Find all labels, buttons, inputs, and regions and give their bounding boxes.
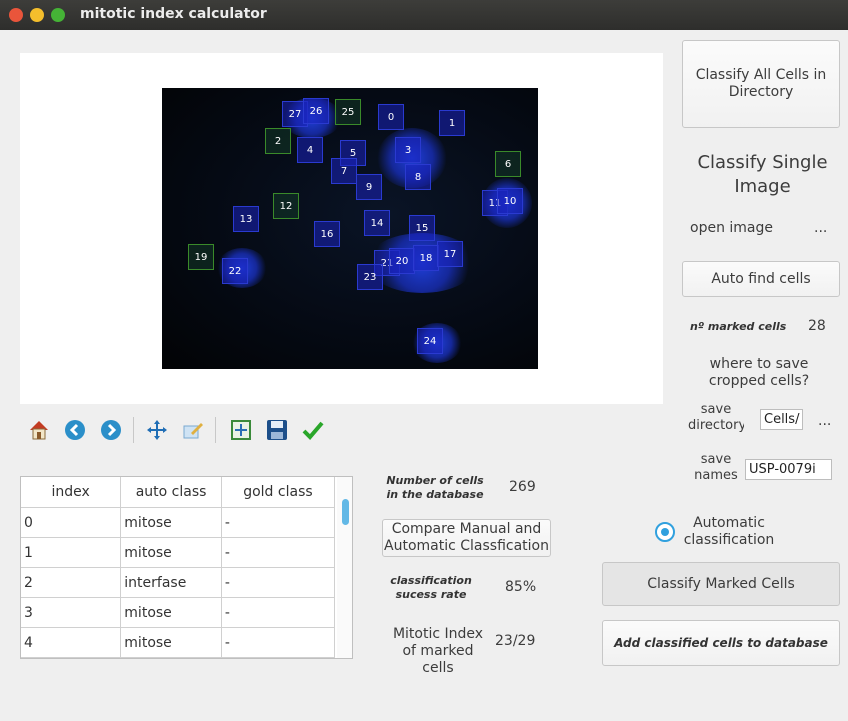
microscopy-image[interactable]: 27 26 25 0 1 2 4 5 3 6 7 9 8 11 10 13 12 16 14 15 19 22 21 20 18…: [162, 88, 538, 369]
add-to-database-button[interactable]: Add classified cells to database: [602, 620, 840, 666]
table-cell[interactable]: mitose: [120, 507, 222, 538]
table-header-row: index auto class gold class: [21, 477, 336, 508]
back-arrow-icon[interactable]: [62, 417, 88, 443]
cell-marker[interactable]: 15: [409, 215, 435, 241]
column-header[interactable]: auto class: [120, 477, 222, 508]
cell-marker[interactable]: 6: [495, 151, 521, 177]
table-cell[interactable]: [120, 657, 222, 658]
title-bar: mitotic index calculator: [0, 0, 848, 30]
table-row[interactable]: 2 interfase -: [21, 567, 336, 598]
cells-db-label: Number of cells in the database: [386, 474, 484, 501]
save-names-label: save names: [694, 452, 738, 482]
cell-marker[interactable]: 7: [331, 158, 357, 184]
cell-marker[interactable]: 14: [364, 210, 390, 236]
cell-marker[interactable]: 17: [437, 241, 463, 267]
cell-marker[interactable]: 24: [417, 328, 443, 354]
table-scrollbar[interactable]: [337, 477, 352, 658]
single-image-title: Classify Single Image: [697, 152, 828, 197]
cell-marker[interactable]: 16: [314, 221, 340, 247]
table-cell[interactable]: -: [221, 627, 336, 658]
table-cell[interactable]: 1: [21, 537, 122, 568]
compare-classification-button[interactable]: Compare Manual and Automatic Classficati…: [382, 519, 551, 557]
cell-marker[interactable]: 19: [188, 244, 214, 270]
table-cell[interactable]: 3: [21, 597, 122, 628]
cell-marker[interactable]: 18: [413, 245, 439, 271]
cell-marker[interactable]: 2: [265, 128, 291, 154]
table-row[interactable]: 4 mitose -: [21, 627, 336, 658]
minimize-window-button[interactable]: [30, 8, 44, 22]
table-row[interactable]: [21, 657, 336, 658]
cell-marker[interactable]: 20: [389, 248, 415, 274]
image-toolbar: [20, 413, 350, 449]
classify-all-button[interactable]: Classify All Cells in Directory: [682, 40, 840, 128]
save-directory-field[interactable]: Cells/: [760, 409, 803, 430]
table-cell[interactable]: 2: [21, 567, 122, 598]
marked-cells-label: nº marked cells: [690, 320, 787, 333]
save-icon[interactable]: [264, 417, 290, 443]
automatic-classification-label: Automatic classification: [683, 515, 775, 548]
pan-icon[interactable]: [144, 417, 170, 443]
cell-marker[interactable]: 23: [357, 264, 383, 290]
table-cell[interactable]: 4: [21, 627, 122, 658]
mitotic-index-label: Mitotic Index of marked cells: [392, 626, 484, 676]
cell-marker[interactable]: 0: [378, 104, 404, 130]
table-cell[interactable]: -: [221, 537, 336, 568]
cell-marker[interactable]: 12: [273, 193, 299, 219]
cells-table[interactable]: index auto class gold class 0 mitose -1 mitos…: [20, 476, 353, 659]
cell-marker[interactable]: 9: [356, 174, 382, 200]
automatic-classification-radio[interactable]: [655, 522, 675, 542]
table-cell[interactable]: [21, 657, 122, 658]
check-icon[interactable]: [300, 417, 326, 443]
cells-db-value: 269: [509, 479, 536, 495]
close-window-button[interactable]: [9, 8, 23, 22]
table-cell[interactable]: -: [221, 597, 336, 628]
cell-marker[interactable]: 8: [405, 164, 431, 190]
cell-marker[interactable]: 25: [335, 99, 361, 125]
table-cell[interactable]: -: [221, 507, 336, 538]
toolbar-separator: [133, 417, 134, 443]
table-cell[interactable]: [221, 657, 336, 658]
table-cell[interactable]: mitose: [120, 597, 222, 628]
success-rate-label: classification sucess rate: [390, 574, 472, 601]
cell-marker[interactable]: 13: [233, 206, 259, 232]
toolbar-separator: [215, 417, 216, 443]
window-title: mitotic index calculator: [80, 6, 267, 22]
save-directory-browse-button[interactable]: ...: [818, 413, 831, 429]
forward-arrow-icon[interactable]: [98, 417, 124, 443]
table-cell[interactable]: 0: [21, 507, 122, 538]
save-directory-label: save directory: [688, 402, 744, 432]
classify-marked-cells-button[interactable]: Classify Marked Cells: [602, 562, 840, 606]
cells-table-grid: index auto class gold class 0 mitose -1 mitos…: [21, 477, 336, 658]
cell-marker[interactable]: 3: [395, 137, 421, 163]
table-cell[interactable]: mitose: [120, 627, 222, 658]
scrollbar-thumb[interactable]: [342, 499, 349, 525]
where-save-label: where to save cropped cells?: [708, 356, 810, 389]
cell-marker[interactable]: 4: [297, 137, 323, 163]
cell-marker[interactable]: 22: [222, 258, 248, 284]
maximize-window-button[interactable]: [51, 8, 65, 22]
marked-cells-value: 28: [808, 318, 826, 334]
edit-axes-icon[interactable]: [180, 417, 206, 443]
save-names-field[interactable]: USP-0079i: [745, 459, 832, 480]
column-header[interactable]: gold class: [221, 477, 336, 508]
open-image-label: open image: [690, 220, 773, 236]
subplots-icon[interactable]: [228, 417, 254, 443]
table-cell[interactable]: mitose: [120, 537, 222, 568]
table-row[interactable]: 1 mitose -: [21, 537, 336, 568]
auto-find-cells-button[interactable]: Auto find cells: [682, 261, 840, 297]
cell-marker[interactable]: 1: [439, 110, 465, 136]
mitotic-index-value: 23/29: [495, 633, 536, 649]
cell-marker[interactable]: 26: [303, 98, 329, 124]
cell-marker[interactable]: 10: [497, 188, 523, 214]
table-row[interactable]: 3 mitose -: [21, 597, 336, 628]
home-icon[interactable]: [26, 417, 52, 443]
table-cell[interactable]: -: [221, 567, 336, 598]
table-row[interactable]: 0 mitose -: [21, 507, 336, 538]
success-rate-value: 85%: [505, 579, 537, 595]
table-cell[interactable]: interfase: [120, 567, 222, 598]
image-canvas[interactable]: 27 26 25 0 1 2 4 5 3 6 7 9 8 11 10 13 12 16 14 15 19 22 21 20 18…: [20, 53, 663, 404]
column-header[interactable]: index: [21, 477, 122, 508]
open-image-browse-button[interactable]: ...: [814, 220, 827, 236]
